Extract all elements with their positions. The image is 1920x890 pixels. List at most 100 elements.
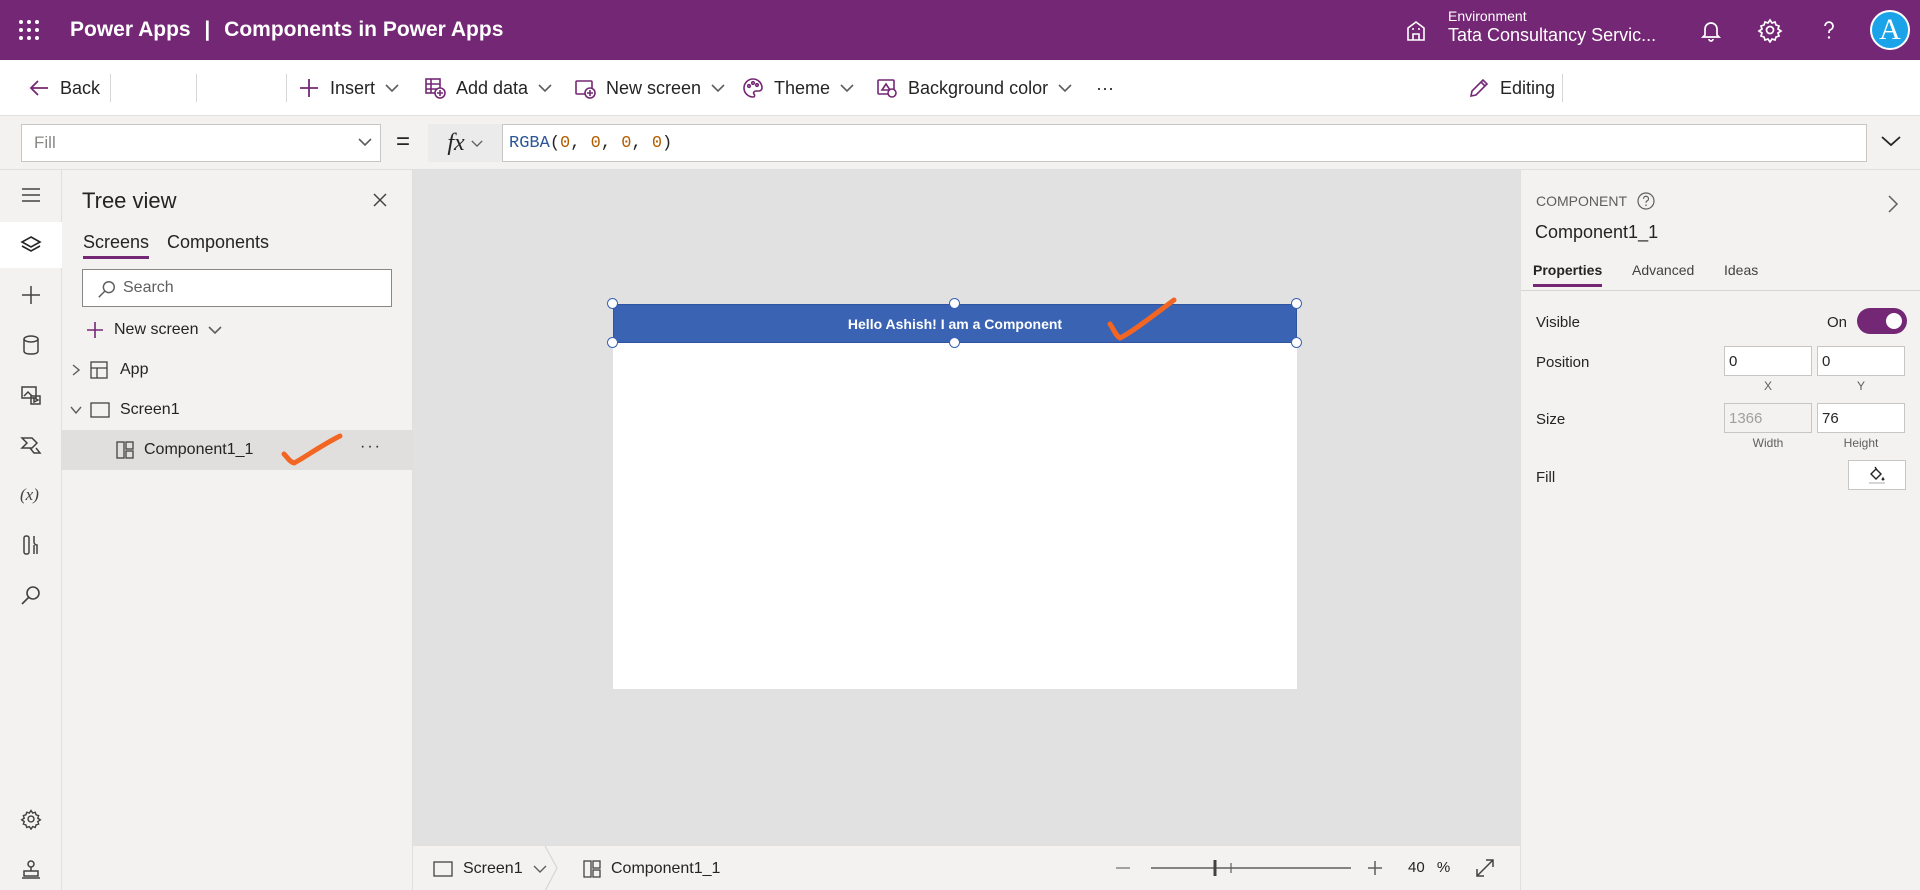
advanced-tools-icon[interactable] [0, 522, 62, 568]
formula-input[interactable]: RGBA(0, 0, 0, 0) [502, 124, 1867, 162]
selected-control-name[interactable]: Component1_1 [1535, 222, 1658, 243]
app-title: Power Apps | Components in Power Apps [70, 18, 503, 42]
width-input[interactable]: 1366 [1724, 403, 1812, 433]
resize-handle[interactable] [607, 298, 618, 309]
formula-arg: 0 [651, 133, 663, 153]
left-nav-rail: (x) [0, 170, 62, 890]
resize-handle[interactable] [949, 337, 960, 348]
plus-icon [87, 322, 103, 338]
theme-button[interactable]: Theme [742, 60, 854, 116]
tree-item-screen1[interactable]: Screen1 [62, 390, 412, 430]
zoom-value: 40 [1408, 859, 1425, 876]
breadcrumb-screen1[interactable]: Screen1 [433, 846, 547, 890]
tree-view-layers-icon[interactable] [0, 222, 62, 268]
search-icon[interactable] [0, 572, 62, 618]
formula-comma: , [600, 133, 622, 153]
insert-button[interactable]: Insert [298, 60, 399, 116]
tree-item-component1-1[interactable]: Component1_1 ··· [62, 430, 412, 470]
resize-handle[interactable] [607, 337, 618, 348]
annotation-checkmark [281, 433, 343, 466]
visible-toggle[interactable] [1857, 308, 1907, 334]
background-color-icon [877, 79, 897, 98]
chevron-down-icon[interactable] [70, 406, 82, 414]
resize-handle[interactable] [1291, 337, 1302, 348]
tree-view-panel: Tree view Screens Components Search New … [62, 170, 413, 890]
paint-bucket-icon [1869, 466, 1885, 484]
tab-properties[interactable]: Properties [1533, 262, 1603, 287]
add-data-icon [425, 78, 446, 99]
height-input[interactable]: 76 [1817, 403, 1905, 433]
add-data-button[interactable]: Add data [424, 60, 552, 116]
expand-formula-bar-icon[interactable] [1880, 134, 1902, 148]
settings-gear-icon[interactable] [0, 796, 62, 842]
zoom-slider-thumb[interactable] [1213, 860, 1217, 876]
user-avatar[interactable]: A [1870, 10, 1910, 50]
y-input[interactable]: 0 [1817, 346, 1905, 376]
size-label: Size [1536, 411, 1566, 428]
tree-item-app[interactable]: App [62, 350, 412, 390]
chevron-down-icon [471, 139, 483, 147]
data-database-icon[interactable] [0, 322, 62, 368]
virtual-agent-icon[interactable] [0, 846, 62, 890]
notifications-icon[interactable] [1698, 17, 1724, 43]
formula-arg: 0 [590, 133, 601, 153]
zoom-slider[interactable] [1151, 846, 1351, 890]
annotation-checkmark [1107, 297, 1177, 341]
breadcrumb-separator [544, 846, 558, 890]
back-arrow-icon [29, 80, 48, 96]
fill-color-picker[interactable] [1848, 460, 1906, 490]
canvas-screen1[interactable] [613, 304, 1297, 689]
canvas-status-bar: Screen1 Component1_1 40 % [413, 845, 1520, 890]
resize-handle[interactable] [949, 298, 960, 309]
tree-new-screen-button[interactable]: New screen [86, 315, 223, 345]
formula-paren-open: ( [549, 133, 561, 153]
formula-function: RGBA [509, 133, 550, 153]
breadcrumb-label: Component1_1 [611, 859, 721, 877]
breadcrumb-component1-1[interactable]: Component1_1 [583, 846, 720, 890]
more-commands-button[interactable]: ··· [1096, 60, 1114, 116]
x-caption: X [1763, 379, 1772, 393]
property-value: Fill [34, 133, 56, 152]
fit-to-window-icon[interactable] [1475, 858, 1495, 878]
zoom-out-icon[interactable] [1116, 867, 1130, 869]
x-input[interactable]: 0 [1724, 346, 1812, 376]
formula-comma: , [631, 133, 652, 153]
command-bar: Back Insert Add data New screen Theme Ba… [0, 60, 1920, 159]
collapse-panel-chevron-icon[interactable] [1887, 194, 1899, 214]
back-button[interactable]: Back [28, 60, 100, 116]
editing-mode-button[interactable]: Editing [1468, 60, 1555, 116]
plus-icon [300, 79, 318, 97]
close-icon[interactable] [372, 192, 388, 208]
variables-icon[interactable]: (x) [0, 472, 62, 518]
insert-plus-icon[interactable] [0, 272, 62, 318]
product-name[interactable]: Power Apps [70, 18, 191, 41]
media-icon[interactable] [0, 372, 62, 418]
tab-ideas[interactable]: Ideas [1724, 262, 1758, 278]
tree-search-input[interactable]: Search [82, 269, 392, 307]
y-caption: Y [1856, 379, 1865, 393]
zoom-in-icon[interactable] [1368, 861, 1382, 875]
hamburger-menu-icon[interactable] [0, 172, 62, 218]
tree-item-label: Component1_1 [144, 441, 254, 458]
new-screen-button[interactable]: New screen [574, 60, 725, 116]
help-icon[interactable] [1816, 17, 1842, 43]
toolbar-divider [110, 74, 111, 102]
resize-handle[interactable] [1291, 298, 1302, 309]
power-automate-icon[interactable] [0, 422, 62, 468]
settings-icon[interactable] [1757, 17, 1783, 43]
background-color-button[interactable]: Background color [876, 60, 1072, 116]
screen-icon [433, 860, 453, 877]
tab-screens[interactable]: Screens [83, 232, 150, 259]
toolbar-divider [286, 74, 287, 102]
pencil-icon [1469, 78, 1489, 98]
function-picker-button[interactable]: fx [428, 124, 502, 162]
tab-components[interactable]: Components [167, 232, 269, 253]
property-dropdown[interactable]: Fill [21, 124, 381, 162]
app-launcher-icon[interactable] [18, 19, 40, 41]
tab-advanced[interactable]: Advanced [1632, 262, 1694, 278]
chevron-right-icon[interactable] [72, 364, 80, 376]
help-circle-icon[interactable] [1637, 192, 1655, 210]
row-more-options-button[interactable]: ··· [360, 438, 382, 456]
new-screen-label: New screen [606, 77, 702, 98]
environment-value[interactable]: Tata Consultancy Servic... [1448, 25, 1656, 46]
